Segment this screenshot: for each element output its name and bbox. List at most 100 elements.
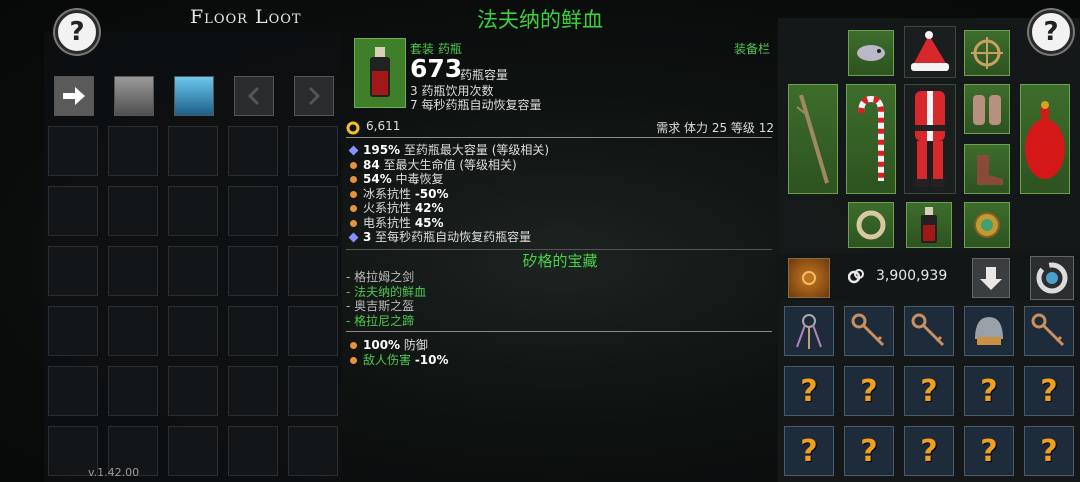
- diamond-bullet-icon: [348, 232, 359, 243]
- transfer-arrow-button[interactable]: [54, 76, 94, 116]
- inventory-slot-key[interactable]: [844, 306, 894, 356]
- loot-slot[interactable]: [48, 306, 98, 356]
- flask-capacity-label: 药瓶容量: [460, 68, 509, 82]
- loot-slot[interactable]: [288, 186, 338, 236]
- loot-slot[interactable]: [48, 366, 98, 416]
- orange-bullet-icon: [350, 190, 357, 198]
- unidentified-question-mark: ?: [800, 374, 818, 409]
- inventory-slot-unidentified[interactable]: ?: [844, 426, 894, 476]
- santa-suit-icon: [915, 91, 945, 187]
- loot-slot[interactable]: [168, 246, 218, 296]
- flask-capacity-value: 673: [410, 54, 463, 83]
- loot-slot[interactable]: [108, 366, 158, 416]
- unidentified-question-mark: ?: [1040, 434, 1058, 469]
- inventory-slot-key[interactable]: [904, 306, 954, 356]
- inventory-slot-keyring[interactable]: [784, 306, 834, 356]
- set-bonus-divider: [346, 331, 772, 332]
- inventory-slot-unidentified[interactable]: ?: [904, 426, 954, 476]
- equip-slot-armor[interactable]: [904, 84, 956, 194]
- loot-slot[interactable]: [108, 246, 158, 296]
- loot-slot[interactable]: [288, 306, 338, 356]
- stat-text: 中毒恢复: [391, 172, 444, 186]
- equip-slot-ring-right[interactable]: [964, 202, 1010, 248]
- inventory-slot-key-axe[interactable]: [1024, 306, 1074, 356]
- loot-slot[interactable]: [228, 186, 278, 236]
- equip-slot-bag[interactable]: [1020, 84, 1070, 194]
- loot-slot[interactable]: [288, 366, 338, 416]
- loot-slot[interactable]: [288, 426, 338, 476]
- flask-regen-line: 7 每秒药瓶自动恢复容量: [410, 98, 542, 112]
- loot-slot[interactable]: [228, 126, 278, 176]
- sort-inventory-button[interactable]: [788, 258, 830, 298]
- inventory-slot-unidentified[interactable]: ?: [844, 366, 894, 416]
- inventory-slot-unidentified[interactable]: ?: [1024, 366, 1074, 416]
- equip-slot-boots[interactable]: [964, 144, 1010, 194]
- equip-slot-ring-left[interactable]: [848, 202, 894, 248]
- loot-slot[interactable]: [48, 246, 98, 296]
- equip-slot-weapon[interactable]: [788, 84, 838, 194]
- key-icon: [851, 313, 885, 347]
- equip-slot-gloves[interactable]: [964, 84, 1010, 134]
- item-stats-list: 195% 至药瓶最大容量 (等级相关) 84 至最大生命值 (等级相关) 54% 中…: [348, 141, 770, 244]
- help-button-right[interactable]: ?: [1029, 10, 1073, 54]
- inventory-slot-helmet[interactable]: [964, 306, 1014, 356]
- equip-slot-flask[interactable]: [906, 202, 952, 248]
- inventory-slot-unidentified[interactable]: ?: [784, 426, 834, 476]
- loot-slot[interactable]: [228, 246, 278, 296]
- filter-grey-button[interactable]: [114, 76, 154, 116]
- loot-slot[interactable]: [168, 126, 218, 176]
- orange-bullet-icon: [350, 356, 357, 364]
- inventory-slot-unidentified[interactable]: ?: [784, 366, 834, 416]
- equip-slot-amulet[interactable]: [848, 30, 894, 76]
- set-item: - 奥吉斯之盔: [346, 299, 415, 313]
- stat-text: 火系抗性: [363, 201, 415, 215]
- orange-bullet-icon: [350, 176, 357, 183]
- loot-slot[interactable]: [168, 366, 218, 416]
- loot-slot[interactable]: [228, 366, 278, 416]
- branch-staff-icon: [796, 94, 829, 184]
- inventory-slot-unidentified[interactable]: ?: [904, 366, 954, 416]
- loot-slot[interactable]: [48, 126, 98, 176]
- loot-slot[interactable]: [108, 306, 158, 356]
- inventory-slot-unidentified[interactable]: ?: [1024, 426, 1074, 476]
- equip-slot-charm[interactable]: [964, 30, 1010, 76]
- loot-slot[interactable]: [228, 426, 278, 476]
- page-next-button[interactable]: [294, 76, 334, 116]
- loot-slot[interactable]: [168, 306, 218, 356]
- equip-slot-helmet[interactable]: [904, 26, 956, 78]
- help-button-left[interactable]: ?: [55, 10, 99, 54]
- boots-icon: [977, 155, 1003, 185]
- unidentified-question-mark: ?: [800, 434, 818, 469]
- inventory-cycle-button[interactable]: [1030, 256, 1074, 300]
- stat-value: 54%: [363, 172, 392, 186]
- unidentified-question-mark: ?: [860, 374, 878, 409]
- bonus-text: 防御: [400, 338, 428, 352]
- loot-slot[interactable]: [168, 426, 218, 476]
- loot-slot[interactable]: [108, 126, 158, 176]
- chevron-left-icon: [247, 86, 260, 106]
- drop-down-button[interactable]: [972, 258, 1010, 298]
- loot-slot[interactable]: [288, 126, 338, 176]
- loot-slot[interactable]: [48, 186, 98, 236]
- orange-bullet-icon: [350, 219, 357, 227]
- potion-bottle-icon: [921, 207, 937, 243]
- loot-slot[interactable]: [168, 186, 218, 236]
- item-name: 法夫纳的鲜血: [477, 8, 603, 32]
- loot-slot[interactable]: [288, 246, 338, 296]
- unidentified-question-mark: ?: [980, 434, 998, 469]
- inventory-slot-unidentified[interactable]: ?: [964, 426, 1014, 476]
- arrow-down-icon: [980, 267, 1002, 290]
- key-axe-icon: [1031, 313, 1065, 347]
- version-label: v.1.42.00: [88, 466, 140, 479]
- page-prev-button[interactable]: [234, 76, 274, 116]
- set-bonus-list: 100% 防御 敌人伤害 -10%: [350, 336, 650, 367]
- unidentified-question-mark: ?: [920, 374, 938, 409]
- filter-blue-button[interactable]: [174, 76, 214, 116]
- loot-slot[interactable]: [108, 186, 158, 236]
- loot-slot[interactable]: [228, 306, 278, 356]
- inventory-slot-unidentified[interactable]: ?: [964, 366, 1014, 416]
- equip-slot-offhand[interactable]: [846, 84, 896, 194]
- unidentified-question-mark: ?: [860, 434, 878, 469]
- question-mark-icon: ?: [69, 17, 85, 47]
- orange-bullet-icon: [350, 342, 357, 349]
